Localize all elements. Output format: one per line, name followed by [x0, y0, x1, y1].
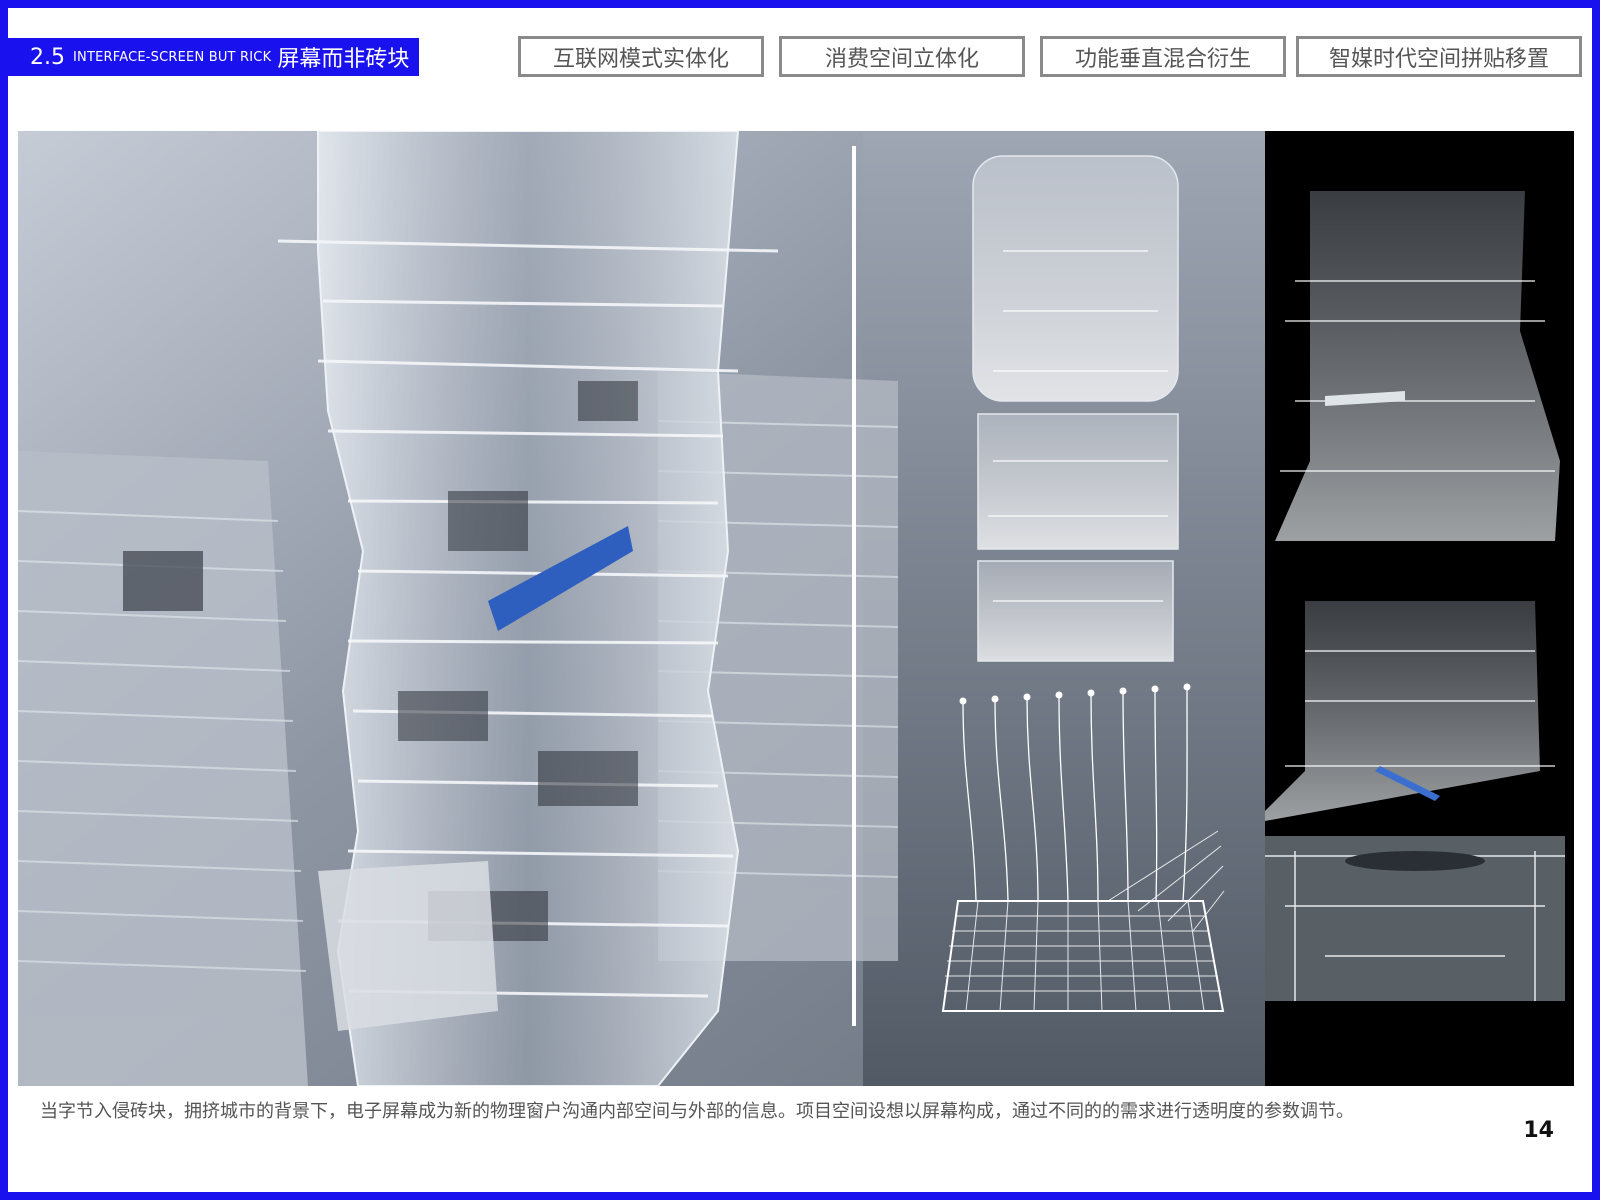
tab-consumption-space[interactable]: 消费空间立体化: [779, 36, 1025, 77]
side-building-left: [18, 451, 308, 1086]
topic-tabs: 互联网模式实体化 消费空间立体化 功能垂直混合衍生 智媒时代空间拼贴移置: [518, 36, 1582, 77]
night-view-bottom: [1265, 836, 1565, 1001]
section-title-bar: 2.5 INTERFACE-SCREEN BUT RICK 屏幕而非砖块: [8, 38, 419, 76]
divider-line: [852, 146, 856, 1026]
section-title-en: INTERFACE-SCREEN BUT RICK: [73, 49, 272, 65]
tab-vertical-mixing[interactable]: 功能垂直混合衍生: [1040, 36, 1286, 77]
night-view-top: [1275, 191, 1560, 541]
section-number: 2.5: [30, 44, 65, 70]
tab-smart-media-collage[interactable]: 智媒时代空间拼贴移置: [1296, 36, 1582, 77]
hero-rendering: [18, 131, 1265, 1086]
section-title-cn: 屏幕而非砖块: [277, 47, 410, 72]
caption-text: 当字节入侵砖块，拥挤城市的背景下，电子屏幕成为新的物理窗户沟通内部空间与外部的信…: [40, 1101, 1354, 1122]
tab-internet-mode[interactable]: 互联网模式实体化: [518, 36, 764, 77]
night-renderings-panel: [1265, 131, 1574, 1086]
page-number: 14: [1523, 1118, 1554, 1143]
